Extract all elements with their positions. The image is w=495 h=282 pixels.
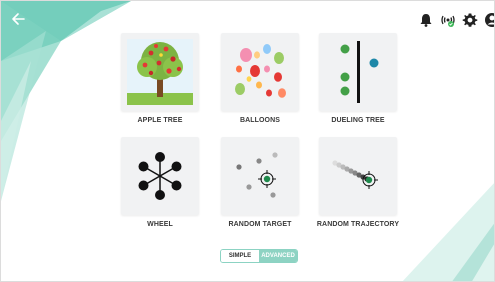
- random-target-illustration: [236, 152, 278, 198]
- random-trajectory-label: RANDOM TRAJECTORY: [316, 221, 400, 228]
- balloons-tile[interactable]: [221, 33, 299, 111]
- apple-tree-label: APPLE TREE: [137, 117, 183, 124]
- activity-selection-screen: APPLE TREE BALLOONS DUELING TREE WHEEL R…: [0, 0, 495, 282]
- advanced-mode-option[interactable]: ADVANCED: [259, 250, 297, 262]
- random-trajectory-tile[interactable]: [319, 137, 397, 215]
- mode-toggle: SIMPLE ADVANCED: [220, 249, 298, 263]
- random-target-tile[interactable]: [221, 137, 299, 215]
- dueling-tree-label: DUELING TREE: [331, 117, 385, 124]
- balloons-illustration: [235, 44, 286, 98]
- balloons-label: BALLOONS: [239, 117, 281, 124]
- wheel-illustration: [138, 152, 182, 200]
- wheel-label: WHEEL: [147, 221, 173, 228]
- random-trajectory-illustration: [332, 160, 378, 189]
- apple-tree-tile[interactable]: [121, 33, 199, 111]
- dueling-tree-tile[interactable]: [319, 33, 397, 111]
- apple-tree-illustration: [127, 39, 193, 105]
- random-target-label: RANDOM TARGET: [228, 221, 292, 228]
- wheel-tile[interactable]: [121, 137, 199, 215]
- dueling-tree-illustration: [340, 41, 379, 103]
- activity-grid: APPLE TREE BALLOONS DUELING TREE WHEEL R…: [1, 1, 494, 281]
- simple-mode-option[interactable]: SIMPLE: [221, 250, 259, 262]
